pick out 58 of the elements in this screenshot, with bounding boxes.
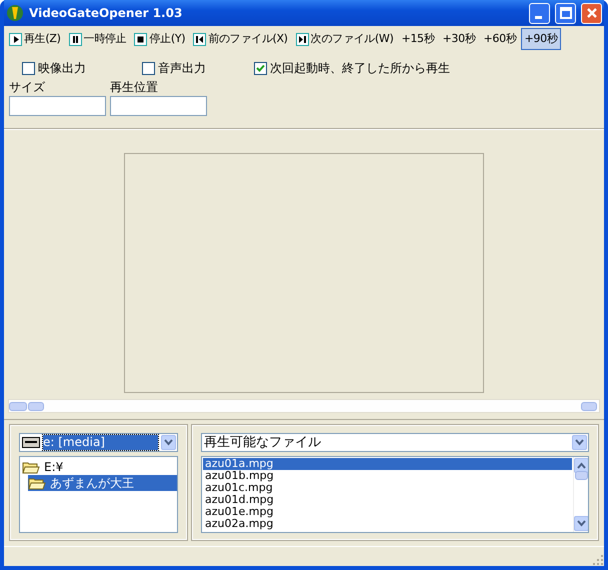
drive-icon	[22, 437, 40, 448]
dropdown-button[interactable]	[161, 435, 176, 450]
field-label: 再生位置	[110, 80, 159, 94]
toolbar-button[interactable]: 前のファイル(X)	[190, 28, 291, 50]
folder-tree[interactable]: E:¥ あずまんが大王	[19, 456, 178, 533]
file-item[interactable]: azu01c.mpg	[203, 482, 572, 494]
drive-dropdown[interactable]: e: [media]	[19, 433, 178, 452]
dropdown-button[interactable]	[572, 435, 587, 450]
horizontal-scrollbar[interactable]	[8, 399, 600, 413]
toolbar-button[interactable]: 停止(Y)	[131, 28, 188, 50]
checkbox[interactable]	[22, 62, 35, 74]
toolbar-button[interactable]: 一時停止	[66, 28, 130, 50]
toolbar-button[interactable]: +15秒	[398, 28, 438, 50]
toolbar-button[interactable]: 次のファイル(W)	[292, 28, 396, 50]
text-field[interactable]	[9, 96, 106, 116]
close-icon	[586, 7, 598, 19]
tree-item[interactable]: E:¥	[22, 459, 177, 475]
file-item[interactable]: azu01e.mpg	[203, 506, 572, 518]
chevron-up-icon	[576, 462, 586, 469]
file-item[interactable]: azu02a.mpg	[203, 518, 572, 530]
app-icon	[6, 4, 24, 22]
scroll-thumb[interactable]	[574, 471, 588, 480]
checkbox-option[interactable]: 次回起動時、終了した所から再生	[254, 58, 454, 78]
toolbar-button[interactable]: +60秒	[480, 28, 520, 50]
vertical-scrollbar[interactable]	[573, 457, 588, 532]
folder-icon	[28, 476, 46, 490]
folder-icon	[22, 460, 40, 474]
close-button[interactable]	[581, 2, 602, 24]
pause-icon	[68, 32, 82, 46]
next-icon	[296, 32, 309, 46]
previous-icon	[193, 32, 206, 46]
field-label: サイズ	[9, 80, 46, 94]
stop-icon	[134, 32, 148, 46]
file-item[interactable]: azu01d.mpg	[203, 494, 572, 506]
minimize-button[interactable]	[529, 2, 550, 24]
checkbox[interactable]	[142, 62, 155, 74]
chevron-down-icon	[575, 439, 584, 446]
checkbox[interactable]	[254, 62, 267, 74]
maximize-icon	[560, 7, 572, 19]
maximize-button[interactable]	[555, 2, 576, 24]
checkbox-option[interactable]: 映像出力	[22, 58, 142, 78]
chevron-down-icon	[164, 439, 173, 446]
toolbar-button[interactable]: +90秒	[521, 28, 560, 50]
filter-dropdown[interactable]: 再生可能なファイル	[201, 433, 589, 452]
file-list[interactable]: azu01a.mpg azu01b.mpg azu01c.mpg azu01d.mpg azu01e.mpg azu02a.mpg	[201, 456, 589, 533]
minimize-icon	[535, 16, 542, 18]
tree-item[interactable]: あずまんが大王	[28, 475, 177, 491]
file-item[interactable]: azu01b.mpg	[203, 470, 572, 482]
resize-grip-icon[interactable]	[592, 554, 604, 566]
toolbar-button[interactable]: +30秒	[439, 28, 478, 50]
toolbar-button[interactable]: 再生(Z)	[6, 28, 64, 50]
chevron-down-icon	[576, 520, 586, 527]
dropdown-value: e: [media]	[43, 435, 158, 450]
text-field[interactable]	[110, 96, 207, 116]
play-icon	[9, 32, 22, 46]
checkbox-option[interactable]: 音声出力	[142, 58, 254, 78]
window-title: VideoGateOpener 1.03	[29, 6, 184, 20]
file-item[interactable]: azu01a.mpg	[203, 458, 572, 470]
